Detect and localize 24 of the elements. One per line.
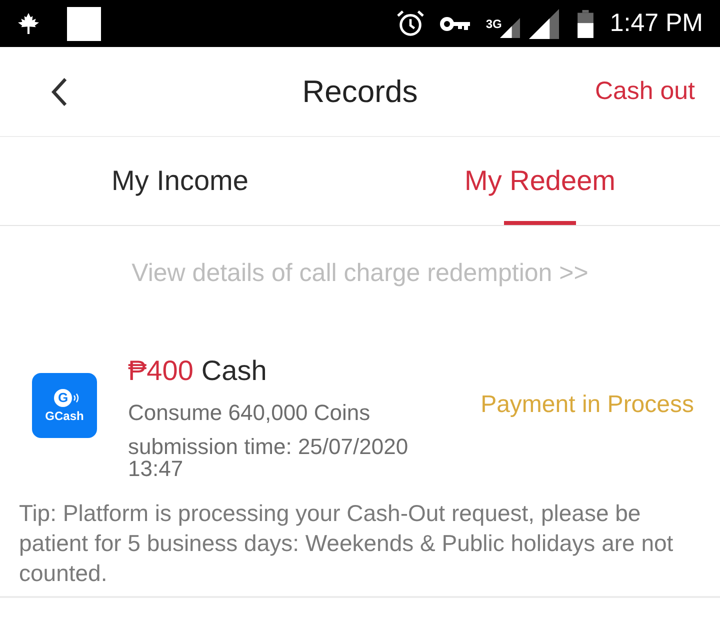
logo-text: GCash bbox=[45, 410, 84, 422]
page-title: Records bbox=[302, 74, 418, 110]
signal-icon bbox=[528, 8, 560, 38]
alarm-clock-icon bbox=[396, 10, 424, 37]
record-title: Cash bbox=[201, 355, 267, 387]
network-type-label: 3G bbox=[486, 18, 502, 30]
amount: ₱400 bbox=[128, 355, 194, 387]
cash-out-link[interactable]: Cash out bbox=[594, 77, 695, 106]
key-icon bbox=[440, 16, 470, 32]
clock-time: 1:47 PM bbox=[610, 9, 703, 38]
logo-letter: G bbox=[54, 388, 72, 406]
maple-leaf-icon bbox=[18, 13, 39, 34]
back-chevron-icon bbox=[50, 76, 68, 106]
tab[interactable]: My Redeem bbox=[360, 137, 720, 225]
payment-status: Payment in Process bbox=[480, 392, 695, 418]
back-button[interactable] bbox=[50, 76, 68, 106]
submission-time: submission time: 25/07/2020 13:47 bbox=[128, 436, 410, 480]
battery-icon bbox=[576, 10, 594, 38]
signal-waves-icon bbox=[73, 392, 79, 402]
tip-text: Tip: Platform is processing your Cash-Out request, please be patient for 5 business days: Weekends & Public holidays are not counted. bbox=[18, 499, 674, 588]
notification-square-icon bbox=[67, 6, 101, 40]
coins-consumed: Consume 640,000 Coins bbox=[128, 400, 372, 426]
tab[interactable]: My Income bbox=[0, 137, 360, 225]
signal-icon bbox=[500, 16, 520, 38]
